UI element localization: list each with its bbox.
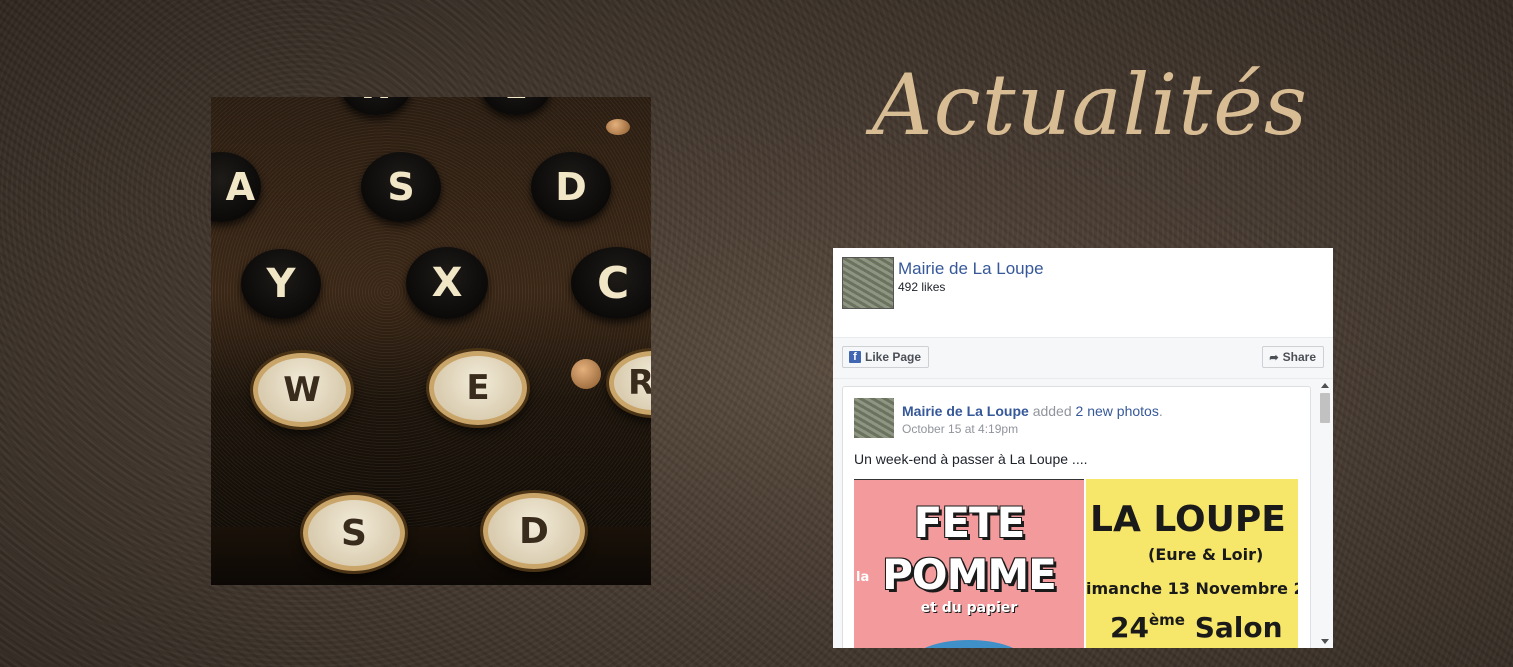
key-label: Y [266, 261, 296, 307]
typewriter-key: C [571, 247, 651, 319]
key-label: S [387, 165, 415, 209]
post-photo-salon[interactable]: LA LOUPE (Eure & Loir) imanche 13 Novemb… [1086, 479, 1298, 648]
typewriter-bar [211, 527, 651, 585]
poster-subtitle: (Eure & Loir) [1148, 545, 1264, 564]
poster-salon: 24ème Salon [1110, 611, 1283, 644]
post-photos-link[interactable]: 2 new photos [1076, 403, 1159, 419]
fb-post: Mairie de La Loupe added 2 new photos. O… [842, 386, 1311, 648]
share-button[interactable]: ➦ Share [1262, 346, 1324, 368]
share-arrow-icon: ➦ [1269, 351, 1279, 364]
poster-date: imanche 13 Novembre 2 [1086, 579, 1298, 598]
key-label: D [555, 165, 587, 209]
typewriter-key: D [531, 152, 611, 222]
post-header: Mairie de La Loupe added 2 new photos. [902, 403, 1163, 419]
stud-decoration [571, 359, 601, 389]
like-page-label: Like Page [865, 350, 922, 364]
poster-subtitle: et du papier [920, 600, 1018, 616]
post-author-link[interactable]: Mairie de La Loupe [902, 403, 1029, 419]
typewriter-key: S [303, 495, 405, 571]
key-label: W [357, 97, 395, 107]
poster-title: LA LOUPE [1090, 499, 1286, 540]
typewriter-key: D [483, 493, 585, 569]
facebook-widget: Mairie de La Loupe 492 likes f Like Page… [833, 248, 1333, 648]
key-label: E [504, 97, 527, 107]
page-name-link[interactable]: Mairie de La Loupe [898, 259, 1044, 279]
page-likes-count: 492 likes [898, 280, 946, 294]
typewriter-key: W [253, 353, 351, 427]
key-label: C [597, 257, 630, 309]
scroll-down-arrow-icon[interactable] [1321, 639, 1329, 644]
stud-decoration [606, 119, 630, 135]
key-label: W [283, 370, 321, 410]
poster-salon-number: 24 [1110, 611, 1149, 644]
post-timestamp[interactable]: October 15 at 4:19pm [902, 422, 1018, 436]
key-label: R [628, 363, 651, 403]
poster-pomme: POMME [882, 550, 1057, 599]
poster-salon-sup: ème [1148, 611, 1185, 629]
facebook-f-icon: f [849, 351, 861, 363]
typewriter-photo: W E A S D Y X C W E R S D [211, 97, 651, 585]
page-heading: Actualités [872, 56, 1308, 154]
typewriter-key: S [361, 152, 441, 222]
typewriter-key: Y [241, 249, 321, 319]
typewriter-key: R [609, 351, 651, 415]
poster-salon-word: Salon [1194, 611, 1283, 644]
post-text: Un week-end à passer à La Loupe .... [854, 451, 1088, 467]
fb-actions-bar: f Like Page ➦ Share [833, 338, 1333, 379]
post-photo-fete[interactable]: FETE la POMME et du papier [854, 479, 1084, 648]
key-label: D [519, 510, 549, 552]
page-avatar[interactable] [842, 257, 894, 309]
key-label: A [225, 165, 255, 209]
timeline-scrollbar[interactable] [1317, 379, 1333, 648]
like-page-button[interactable]: f Like Page [842, 346, 930, 368]
key-label: E [466, 368, 490, 408]
post-author-avatar[interactable] [854, 398, 894, 438]
typewriter-key: X [406, 247, 488, 319]
scroll-up-arrow-icon[interactable] [1321, 383, 1329, 388]
scroll-thumb[interactable] [1320, 393, 1330, 423]
key-label: X [431, 260, 463, 306]
typewriter-key: E [429, 351, 527, 425]
fb-header: Mairie de La Loupe 492 likes [833, 248, 1333, 338]
typewriter-key: A [211, 152, 261, 222]
post-period: . [1158, 403, 1163, 419]
fb-timeline[interactable]: Mairie de La Loupe added 2 new photos. O… [833, 379, 1333, 648]
post-action-text: added [1032, 403, 1072, 419]
key-label: S [341, 512, 367, 554]
poster-graphic [914, 640, 1024, 648]
typewriter-key: W [341, 97, 411, 115]
typewriter-key: E [481, 97, 551, 115]
share-label: Share [1282, 350, 1316, 364]
poster-title: FETE [913, 498, 1026, 547]
